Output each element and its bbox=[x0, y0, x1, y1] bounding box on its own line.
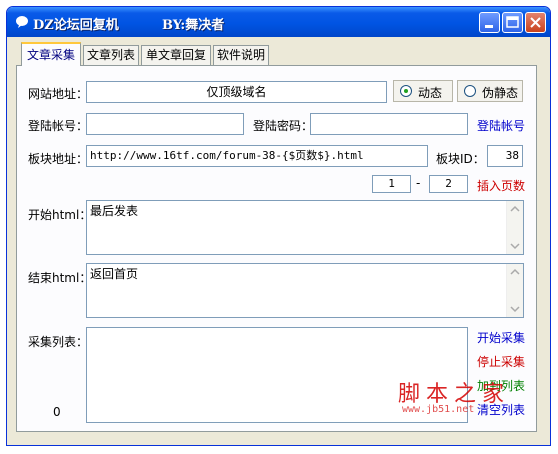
end-html-scrollbar[interactable] bbox=[506, 264, 523, 317]
start-html-label: 开始html： bbox=[28, 208, 92, 222]
collect-list-label: 采集列表： bbox=[28, 335, 89, 349]
window-title: DZ论坛回复机 bbox=[33, 18, 119, 33]
start-html-textarea[interactable]: 最后发表 bbox=[86, 200, 524, 255]
start-collect-link[interactable]: 开始采集 bbox=[477, 329, 525, 346]
maximize-button[interactable] bbox=[502, 12, 523, 33]
scroll-up-icon bbox=[510, 268, 520, 275]
watermark-url: www.jb51.net bbox=[402, 404, 475, 415]
collect-count: 0 bbox=[53, 405, 61, 419]
tab-single-reply[interactable]: 单文章回复 bbox=[141, 45, 211, 65]
site-url-input[interactable]: 仅顶级域名 bbox=[86, 81, 387, 103]
radio-static[interactable]: 伪静态 bbox=[457, 80, 523, 102]
board-id-input[interactable]: 38 bbox=[487, 145, 523, 167]
insert-pages-link[interactable]: 插入页数 bbox=[477, 177, 525, 194]
radio-static-indicator bbox=[464, 85, 476, 97]
end-html-textarea[interactable]: 返回首页 bbox=[86, 263, 524, 318]
radio-static-label: 伪静态 bbox=[482, 86, 519, 100]
scroll-up-icon bbox=[510, 205, 520, 212]
start-html-scrollbar[interactable] bbox=[506, 201, 523, 254]
close-icon bbox=[530, 17, 541, 28]
tab-article-list[interactable]: 文章列表 bbox=[83, 45, 139, 65]
minimize-icon bbox=[485, 25, 493, 28]
tab-article-collect[interactable]: 文章采集 bbox=[21, 42, 81, 66]
site-label: 网站地址： bbox=[28, 87, 89, 101]
radio-dynamic-label: 动态 bbox=[418, 86, 443, 100]
board-url-input[interactable]: http://www.16tf.com/forum-38-{$页数$}.html bbox=[86, 145, 428, 167]
account-input[interactable] bbox=[86, 113, 244, 135]
close-button[interactable] bbox=[525, 12, 546, 33]
scroll-down-icon bbox=[510, 243, 520, 250]
page-range-dash: - bbox=[416, 176, 421, 190]
speech-bubble-icon bbox=[16, 16, 28, 28]
password-input[interactable] bbox=[310, 113, 468, 135]
stop-collect-link[interactable]: 停止采集 bbox=[477, 353, 525, 370]
scroll-down-icon bbox=[510, 306, 520, 313]
page-to-input[interactable]: 2 bbox=[429, 175, 468, 193]
board-label: 板块地址： bbox=[28, 152, 89, 166]
start-html-text: 最后发表 bbox=[90, 204, 139, 218]
maximize-icon bbox=[506, 16, 519, 28]
tab-software-info[interactable]: 软件说明 bbox=[213, 45, 269, 65]
end-html-text: 返回首页 bbox=[90, 267, 139, 281]
radio-dynamic-indicator bbox=[400, 85, 412, 97]
board-id-label: 板块ID： bbox=[436, 152, 485, 166]
account-label: 登陆帐号： bbox=[28, 119, 89, 133]
page-from-input[interactable]: 1 bbox=[372, 175, 411, 193]
radio-dynamic[interactable]: 动态 bbox=[393, 80, 453, 102]
minimize-button[interactable] bbox=[479, 12, 500, 33]
end-html-label: 结束html： bbox=[28, 271, 92, 285]
title-bar[interactable]: DZ论坛回复机 BY:舞决者 bbox=[7, 7, 550, 37]
password-label: 登陆密码： bbox=[253, 119, 314, 133]
login-link[interactable]: 登陆帐号 bbox=[477, 117, 525, 134]
window-author: BY:舞决者 bbox=[162, 18, 225, 33]
